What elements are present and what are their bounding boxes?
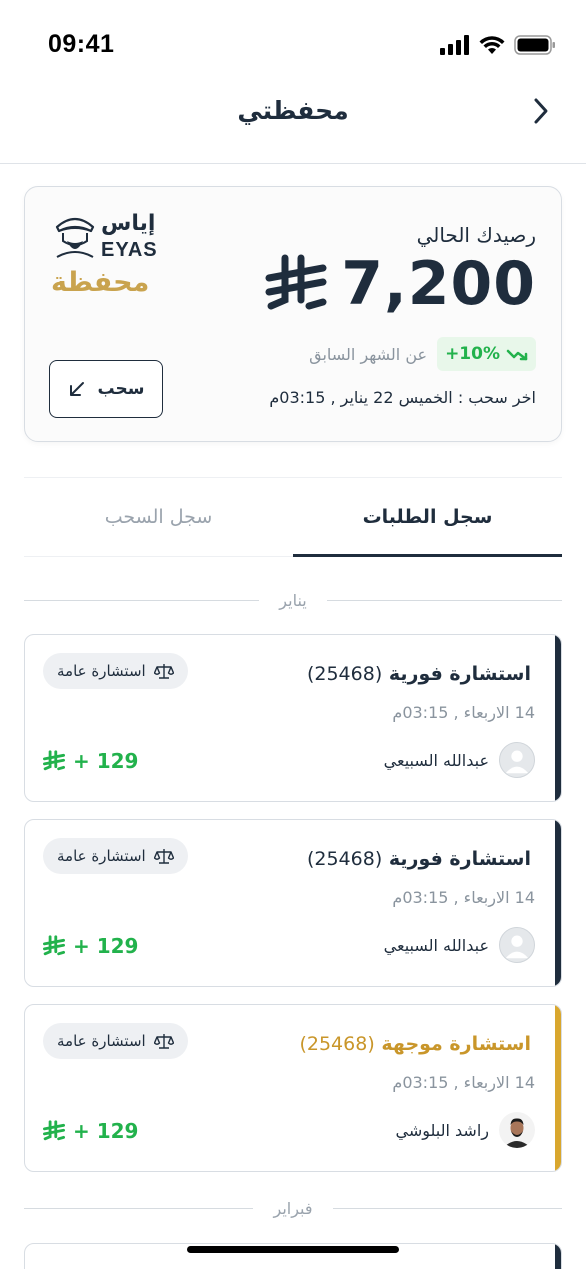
eyas-logo-icon [55, 217, 95, 258]
scales-icon [153, 1034, 174, 1049]
card-accent [555, 1005, 561, 1171]
amount-value: + 129 [73, 749, 139, 773]
balance-amount: 7,200 [341, 249, 536, 319]
tab-withdraw-history[interactable]: سجل السحب [24, 478, 293, 556]
transaction-type: استشارة موجهة [381, 1033, 531, 1055]
month-label: فبراير [273, 1198, 313, 1218]
status-time: 09:41 [48, 30, 115, 58]
category-badge: استشارة عامة [43, 1023, 188, 1059]
scales-icon [153, 664, 174, 679]
riyal-currency-icon [43, 935, 65, 956]
transaction-code: (25468) [299, 1033, 375, 1055]
riyal-currency-icon [43, 750, 65, 771]
transaction-code: (25468) [306, 663, 383, 685]
transaction-type: استشارة فورية [388, 663, 531, 685]
arrow-down-left-icon [69, 382, 84, 396]
card-accent [555, 1244, 561, 1269]
divider-line [326, 599, 562, 601]
growth-caption: عن الشهر السابق [309, 344, 428, 364]
user-name: عبدالله السبيعي [383, 750, 489, 770]
home-indicator [187, 1246, 399, 1253]
amount-value: + 129 [73, 1119, 139, 1143]
transaction-date: 14 الاربعاء , 03:15م [392, 703, 535, 722]
back-button[interactable] [526, 96, 556, 126]
category-badge: استشارة عامة [43, 838, 188, 874]
transaction-type: استشارة فورية [388, 848, 531, 870]
user-placeholder-icon [505, 935, 529, 959]
balance-label: رصيدك الحالي [416, 223, 536, 247]
month-divider: فبراير [24, 1196, 562, 1220]
divider-line [24, 599, 260, 601]
user-photo-icon [503, 1118, 531, 1148]
transaction-code: (25468) [306, 848, 383, 870]
transaction-user: عبدالله السبيعي [384, 927, 535, 963]
transaction-title: استشارة فورية (25468) [307, 663, 531, 685]
transaction-amount: + 129 [43, 1119, 138, 1143]
transaction-user: راشد البلوشي [395, 1112, 535, 1148]
tab-orders-history[interactable]: سجل الطلبات [293, 478, 562, 557]
status-bar: 09:41 [0, 0, 586, 80]
scales-icon [153, 849, 174, 864]
transaction-amount: + 129 [43, 934, 138, 958]
transaction-amount: + 129 [43, 749, 138, 773]
page-title: محفظتي [237, 96, 349, 125]
riyal-currency-icon [43, 1120, 65, 1141]
user-placeholder-icon [505, 750, 529, 774]
withdraw-button[interactable]: سحب [49, 360, 163, 418]
battery-icon [514, 35, 555, 55]
transaction-card[interactable]: استشارة موجهة (25468) 14 الاربعاء , 03:1… [24, 1004, 562, 1172]
divider-line [24, 1207, 254, 1209]
user-name: راشد البلوشي [395, 1120, 489, 1140]
status-icons [440, 35, 556, 55]
nav-bar: محفظتي [0, 80, 586, 164]
brand-logo: إياس EYAS محفظة [51, 211, 181, 301]
user-name: عبدالله السبيعي [383, 935, 489, 955]
card-accent [555, 635, 561, 801]
balance-row: 7,200 [265, 249, 536, 319]
category-label: استشارة عامة [57, 1032, 146, 1050]
last-withdraw-text: اخر سحب : الخميس 22 يناير , 03:15م [269, 388, 536, 407]
category-label: استشارة عامة [57, 847, 146, 865]
transaction-user: عبدالله السبيعي [384, 742, 535, 778]
wallet-card: رصيدك الحالي 7,200 +10% عن الشهر السابق … [24, 186, 562, 442]
withdraw-label: سحب [97, 379, 145, 399]
brand-name-english: EYAS [101, 239, 158, 261]
wifi-icon [479, 36, 505, 54]
avatar [499, 742, 535, 778]
transaction-card[interactable]: استشارة فورية (25468) 14 الاربعاء , 03:1… [24, 634, 562, 802]
chevron-right-icon [534, 98, 548, 124]
avatar [499, 927, 535, 963]
transaction-date: 14 الاربعاء , 03:15م [392, 888, 535, 907]
history-tabs: سجل الطلبات سجل السحب [24, 477, 562, 557]
transaction-title: استشارة موجهة (25468) [299, 1033, 531, 1055]
month-divider: يناير [24, 588, 562, 612]
growth-badge: +10% [437, 337, 536, 371]
brand-subtitle: محفظة [51, 267, 150, 298]
growth-value: +10% [445, 344, 500, 364]
transaction-title: استشارة فورية (25468) [307, 848, 531, 870]
brand-name-arabic: إياس [101, 211, 156, 236]
month-label: يناير [279, 590, 307, 610]
transaction-card[interactable]: استشارة فورية (25468) 14 الاربعاء , 03:1… [24, 819, 562, 987]
growth-row: +10% عن الشهر السابق [309, 337, 536, 371]
category-badge: استشارة عامة [43, 653, 188, 689]
category-label: استشارة عامة [57, 662, 146, 680]
amount-value: + 129 [73, 934, 139, 958]
trend-up-icon [506, 349, 528, 361]
riyal-currency-icon [265, 254, 327, 310]
avatar [499, 1112, 535, 1148]
signal-icon [440, 35, 469, 55]
card-accent [555, 820, 561, 986]
transaction-date: 14 الاربعاء , 03:15م [392, 1073, 535, 1092]
divider-line [332, 1207, 562, 1209]
